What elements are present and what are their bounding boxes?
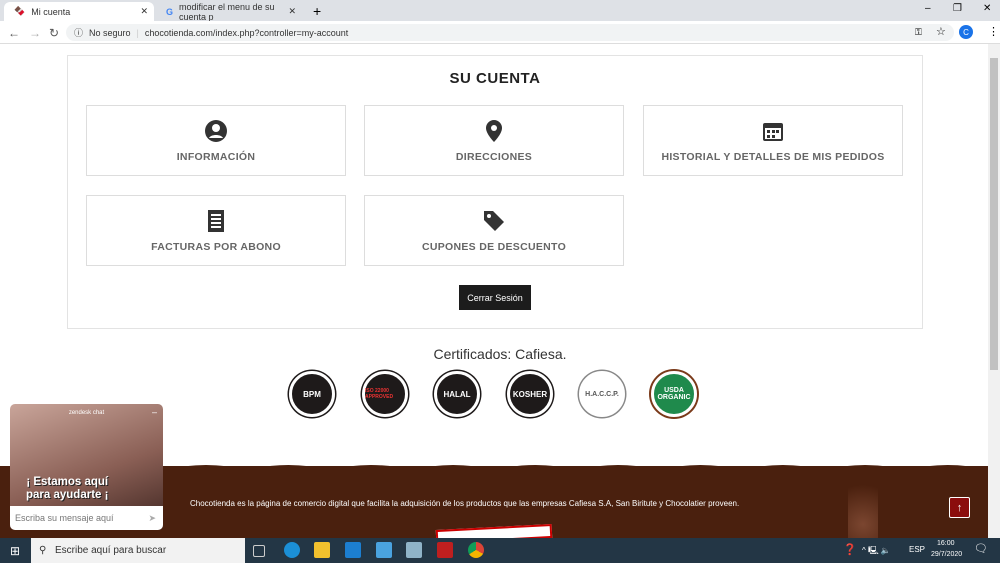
tab-title: Mi cuenta xyxy=(31,6,71,17)
tab-google[interactable]: Gmodificar el menu de su cuenta p ✕ xyxy=(156,1,302,22)
security-label: No seguro xyxy=(89,27,131,38)
chrome-icon[interactable] xyxy=(468,542,484,558)
minimize-button[interactable]: – xyxy=(925,3,931,14)
send-icon[interactable]: ➤ xyxy=(148,513,156,524)
task-view-icon[interactable] xyxy=(253,545,265,557)
notifications-icon[interactable]: 🗨 xyxy=(974,542,988,555)
tile-label: HISTORIAL Y DETALLES DE MIS PEDIDOS xyxy=(661,150,885,163)
tab-bar: 🍫 Mi cuenta ✕ Gmodificar el menu de su cue… xyxy=(0,0,1000,22)
close-icon[interactable]: ✕ xyxy=(140,6,148,17)
tile-cupones[interactable]: CUPONES DE DESCUENTO xyxy=(364,195,624,266)
new-tab-button[interactable]: + xyxy=(313,3,321,19)
tile-label: CUPONES DE DESCUENTO xyxy=(421,240,567,253)
bpm-logo: BPM xyxy=(289,371,335,417)
scrollbar-thumb[interactable] xyxy=(990,58,998,370)
tab-mi-cuenta[interactable]: 🍫 Mi cuenta ✕ xyxy=(4,2,154,21)
url-text: chocotienda.com/index.php?controller=my-… xyxy=(144,27,349,38)
forward-icon[interactable]: → xyxy=(29,26,41,40)
file-explorer-icon[interactable] xyxy=(314,542,330,558)
tile-historial[interactable]: HISTORIAL Y DETALLES DE MIS PEDIDOS xyxy=(643,105,903,176)
favicon-icon: 🍫 xyxy=(14,6,26,16)
filezilla-icon[interactable] xyxy=(437,542,453,558)
account-panel: SU CUENTA INFORMACIÓN DIRECCIONES HISTOR… xyxy=(67,55,923,329)
chat-banner: ¡ Estamos aquí para ayudarte ¡ xyxy=(26,476,108,502)
tile-label: INFORMACIÓN xyxy=(176,150,256,163)
tab-title: modificar el menu de su cuenta p xyxy=(179,1,275,22)
app-icon[interactable] xyxy=(406,542,422,558)
chat-placeholder: Escriba su mensaje aquí xyxy=(15,513,114,523)
search-icon: ⚲ xyxy=(39,545,47,556)
map-pin-icon xyxy=(486,119,502,142)
key-icon[interactable]: ⚿ xyxy=(915,27,922,38)
back-icon[interactable]: ← xyxy=(8,26,20,40)
certificates-title: Certificados: Cafiesa. xyxy=(433,346,567,362)
tile-direcciones[interactable]: DIRECCIONES xyxy=(364,105,624,176)
app-icon[interactable] xyxy=(376,542,392,558)
close-icon[interactable]: ✕ xyxy=(288,6,296,17)
tray-icons[interactable]: ^ 🖳 🔈 xyxy=(862,545,891,559)
menu-icon[interactable]: ⋮ xyxy=(988,25,999,38)
chat-header: zendesk chat xyxy=(68,410,105,416)
minimize-chat-button[interactable]: – xyxy=(152,407,157,417)
usda-organic-logo: USDA ORGANIC xyxy=(651,371,697,417)
info-icon: ⓘ xyxy=(74,28,84,38)
page-title: SU CUENTA xyxy=(449,70,541,87)
banner-line: para ayudarte ¡ xyxy=(26,489,109,501)
logout-button[interactable]: Cerrar Sesión xyxy=(459,285,531,310)
profile-avatar[interactable]: C xyxy=(959,25,973,39)
tile-facturas[interactable]: FACTURAS POR ABONO xyxy=(86,195,346,266)
reload-icon[interactable]: ↻ xyxy=(49,26,59,40)
halal-logo: HALAL xyxy=(434,371,480,417)
tile-label: FACTURAS POR ABONO xyxy=(151,240,281,253)
kosher-logo: KOSHER xyxy=(507,371,553,417)
chocolate-drip-image xyxy=(848,470,878,538)
haccp-logo: H.A.C.C.P. xyxy=(579,371,625,417)
tile-label: DIRECCIONES xyxy=(455,150,533,163)
clock-date[interactable]: 29/7/2020 xyxy=(931,551,962,558)
receipt-icon xyxy=(208,209,224,232)
iso-logo: ISO 22000 APPROVED xyxy=(362,371,408,417)
taskbar-search[interactable]: ⚲ Escribe aquí para buscar xyxy=(31,538,245,563)
star-icon[interactable]: ☆ xyxy=(936,25,946,38)
url-input[interactable]: ⓘ No seguro | chocotienda.com/index.php?con… xyxy=(66,24,954,41)
help-icon[interactable]: ❓ xyxy=(843,543,857,556)
mail-icon[interactable] xyxy=(345,542,361,558)
tile-informacion[interactable]: INFORMACIÓN xyxy=(86,105,346,176)
footer-text: Chocotienda es la página de comercio dig… xyxy=(190,499,740,508)
google-icon: G xyxy=(166,6,174,17)
scroll-top-button[interactable]: ↑ xyxy=(949,497,970,518)
banner-line: ¡ Estamos aquí xyxy=(26,476,109,488)
clock-time[interactable]: 16:00 xyxy=(937,540,955,547)
tag-icon xyxy=(484,210,504,231)
restore-button[interactable]: ❐ xyxy=(953,3,962,14)
close-window-button[interactable]: ✕ xyxy=(983,3,991,14)
user-circle-icon xyxy=(205,119,227,142)
chat-message-input[interactable]: Escriba su mensaje aquí ➤ xyxy=(10,506,163,530)
search-placeholder: Escribe aquí para buscar xyxy=(55,545,167,556)
windows-start-icon[interactable]: ⊞ xyxy=(10,544,20,558)
chat-widget[interactable]: zendesk chat – ¡ Estamos aquí para ayudar… xyxy=(10,404,163,530)
calendar-icon xyxy=(763,122,783,141)
language-indicator[interactable]: ESP xyxy=(909,545,925,554)
edge-icon[interactable] xyxy=(284,542,300,558)
